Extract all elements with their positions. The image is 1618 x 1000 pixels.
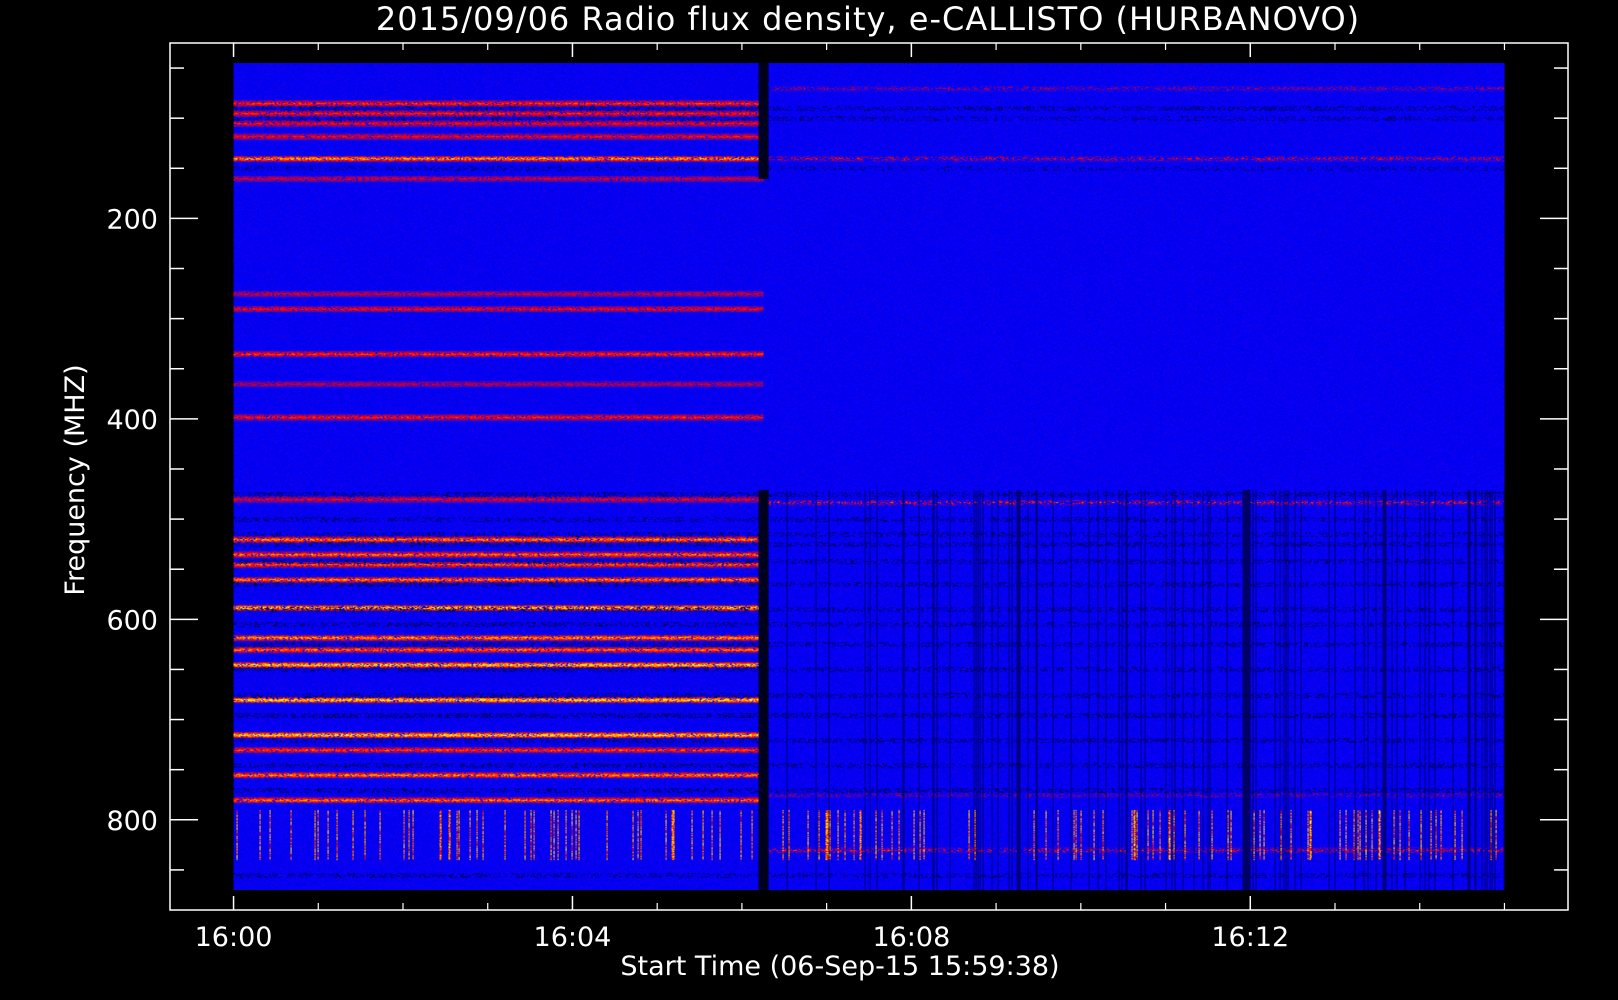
x-tick-label: 16:08: [872, 922, 950, 953]
y-tick-label: 200: [106, 204, 158, 235]
x-tick-label: 16:04: [534, 922, 612, 953]
spectrogram-heatmap: [233, 63, 1505, 891]
x-tick-label: 16:12: [1211, 922, 1289, 953]
spectrogram-chart: 2015/09/06 Radio flux density, e-CALLIST…: [0, 0, 1618, 1000]
x-tick-label: 16:00: [195, 922, 273, 953]
chart-title: 2015/09/06 Radio flux density, e-CALLIST…: [376, 0, 1360, 38]
plot-area: [233, 63, 1505, 891]
y-tick-label: 400: [106, 405, 158, 436]
y-axis-label: Frequency (MHZ): [60, 364, 91, 595]
x-axis-label: Start Time (06-Sep-15 15:59:38): [620, 951, 1059, 982]
y-tick-label: 600: [106, 605, 158, 636]
y-tick-label: 800: [106, 806, 158, 837]
